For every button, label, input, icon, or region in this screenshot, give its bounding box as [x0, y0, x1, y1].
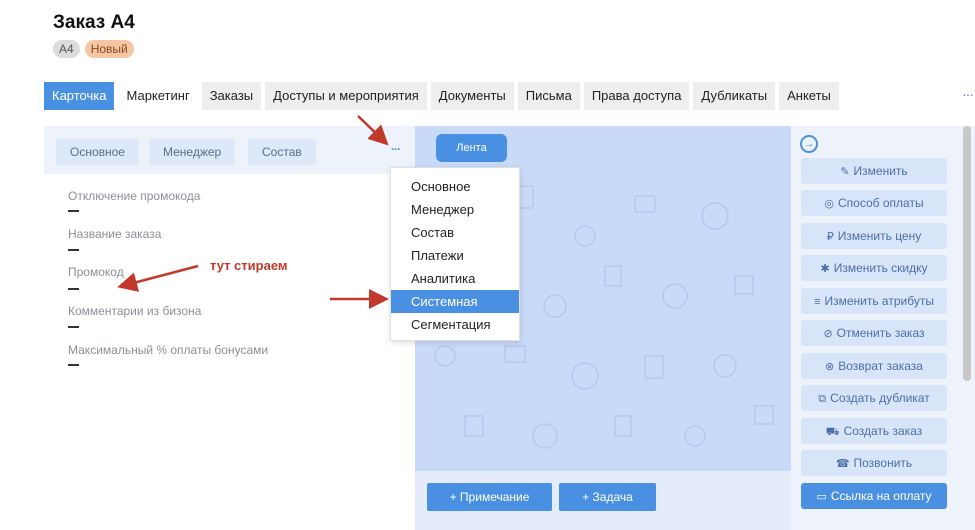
arrow-to-promo-field: [117, 264, 199, 292]
page: Заказ A4 A4 Новый Карточка Маркетинг Зак…: [0, 0, 975, 530]
annotation-arrows: [117, 115, 389, 309]
arrow-to-more-button: [357, 115, 389, 146]
